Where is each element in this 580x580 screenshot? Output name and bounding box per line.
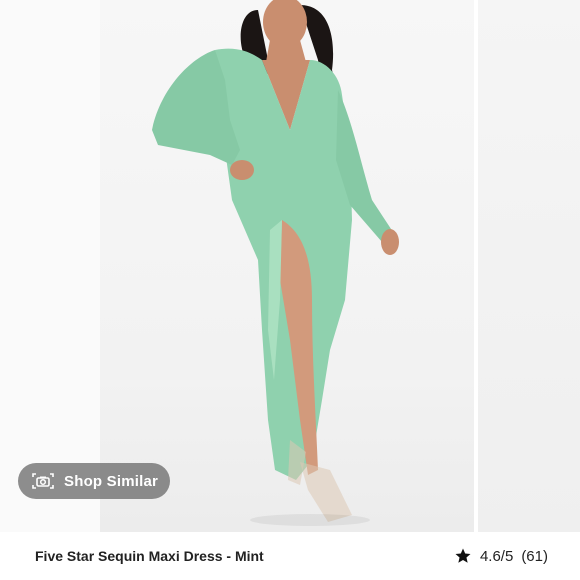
model-photo	[152, 0, 399, 526]
shop-similar-button[interactable]: Shop Similar	[18, 463, 170, 499]
product-image-main[interactable]	[0, 0, 474, 532]
review-count[interactable]: (61)	[521, 548, 548, 565]
product-rating[interactable]: 4.6/5 (61)	[454, 547, 548, 565]
camera-icon	[32, 473, 54, 489]
shop-similar-label: Shop Similar	[64, 472, 159, 490]
product-image-next[interactable]	[478, 0, 580, 532]
star-icon	[455, 548, 471, 563]
rating-value: 4.6/5	[479, 547, 514, 565]
product-image-carousel[interactable]: Shop Similar	[0, 0, 580, 532]
product-title[interactable]: Five Star Sequin Maxi Dress - Mint	[35, 548, 264, 564]
